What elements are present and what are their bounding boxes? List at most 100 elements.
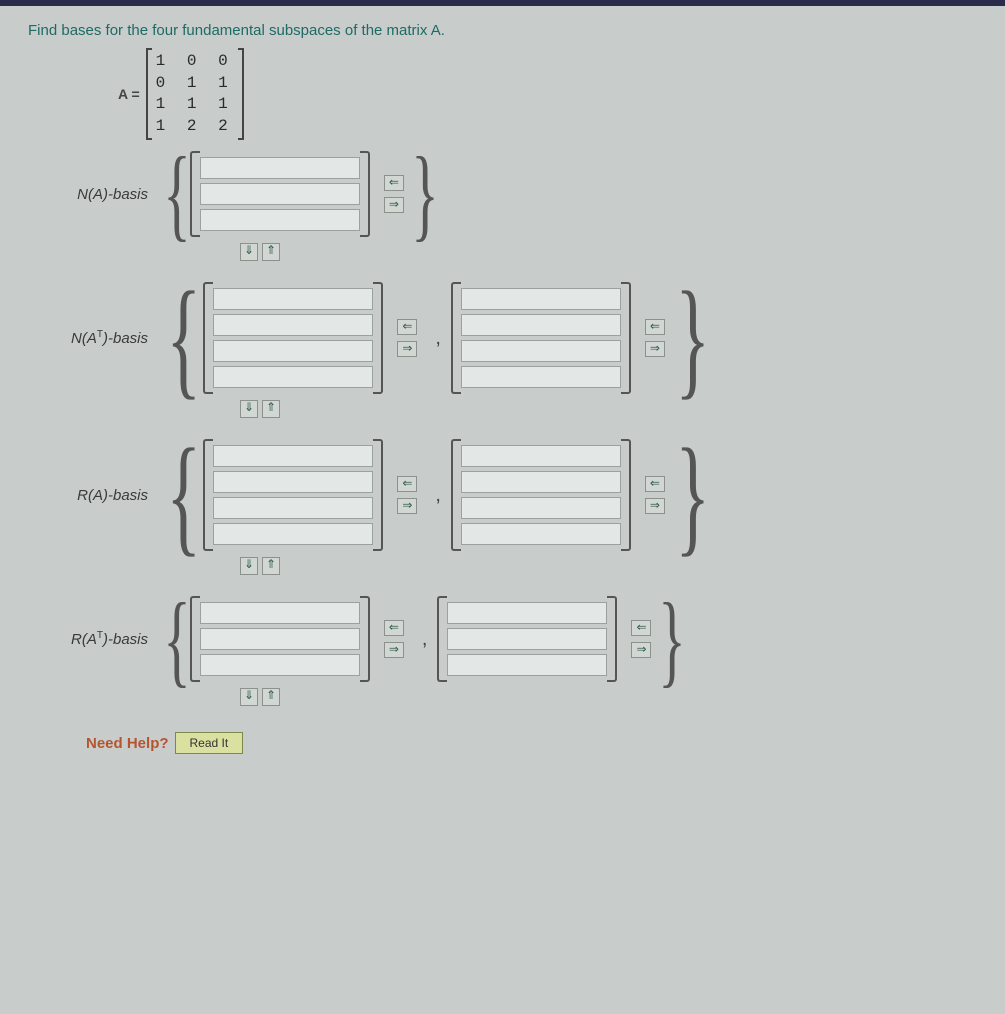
basis-row: N(AT)-basis{⇐⇒,⇐⇒} (28, 279, 977, 398)
brace-left-icon: { (166, 436, 201, 555)
vector-entry-input[interactable] (213, 497, 373, 519)
brace-right-icon: } (675, 436, 710, 555)
add-column-button[interactable]: ⇒ (645, 341, 665, 357)
matrix-body: 1 0 0 0 1 1 1 1 1 1 2 2 (146, 49, 244, 139)
vector-entry-input[interactable] (213, 471, 373, 493)
vector-entry-input[interactable] (461, 471, 621, 493)
row-size-arrows: ⇓⇑ (240, 400, 977, 418)
basis-row: R(AT)-basis{⇐⇒,⇐⇒} (28, 593, 977, 687)
read-it-button[interactable]: Read It (175, 732, 244, 754)
add-column-button[interactable]: ⇒ (631, 642, 651, 658)
vector-group: ⇐⇒ (194, 151, 408, 237)
basis-label: R(AT)-basis (28, 630, 160, 648)
remove-column-button[interactable]: ⇐ (645, 476, 665, 492)
vector-group: ⇐⇒,⇐⇒ (194, 596, 656, 682)
matrix-row: 1 2 2 (156, 116, 234, 138)
remove-column-button[interactable]: ⇐ (384, 175, 404, 191)
matrix-row: 1 0 0 (156, 51, 234, 73)
remove-column-button[interactable]: ⇐ (397, 476, 417, 492)
column-size-arrows: ⇐⇒ (645, 319, 665, 357)
vector-separator: , (435, 327, 441, 350)
basis-label: N(A)-basis (28, 186, 160, 203)
brace-left-icon: { (166, 279, 201, 398)
vector-separator: , (422, 628, 428, 651)
add-column-button[interactable]: ⇒ (397, 498, 417, 514)
vector-entry-input[interactable] (213, 445, 373, 467)
brace-right-icon: } (675, 279, 710, 398)
add-row-button[interactable]: ⇓ (240, 688, 258, 706)
remove-row-button[interactable]: ⇑ (262, 400, 280, 418)
vector-entry-input[interactable] (213, 366, 373, 388)
brace-left-icon: { (163, 147, 190, 241)
vector-entry-input[interactable] (461, 340, 621, 362)
vector-entry-input[interactable] (200, 654, 360, 676)
vector-entry-input[interactable] (200, 602, 360, 624)
column-size-arrows: ⇐⇒ (397, 319, 417, 357)
vector-entry-input[interactable] (461, 523, 621, 545)
matrix-display: A = 1 0 0 0 1 1 1 1 1 1 2 2 (118, 49, 977, 139)
matrix-row: 1 1 1 (156, 94, 234, 116)
vector-entry-input[interactable] (213, 523, 373, 545)
add-row-button[interactable]: ⇓ (240, 400, 258, 418)
vector-entry-input[interactable] (213, 314, 373, 336)
add-column-button[interactable]: ⇒ (397, 341, 417, 357)
brace-right-icon: } (411, 147, 438, 241)
remove-row-button[interactable]: ⇑ (262, 557, 280, 575)
add-row-button[interactable]: ⇓ (240, 243, 258, 261)
remove-column-button[interactable]: ⇐ (397, 319, 417, 335)
column-size-arrows: ⇐⇒ (397, 476, 417, 514)
vector-entry-input[interactable] (461, 314, 621, 336)
vector (441, 596, 613, 682)
add-column-button[interactable]: ⇒ (645, 498, 665, 514)
vector-entry-input[interactable] (447, 628, 607, 650)
question-prompt: Find bases for the four fundamental subs… (28, 22, 977, 39)
vector (194, 596, 366, 682)
vector-separator: , (435, 484, 441, 507)
vector-entry-input[interactable] (200, 157, 360, 179)
vector-group: ⇐⇒,⇐⇒ (207, 439, 669, 551)
vector-entry-input[interactable] (461, 497, 621, 519)
basis-label: R(A)-basis (28, 487, 160, 504)
remove-column-button[interactable]: ⇐ (384, 620, 404, 636)
add-column-button[interactable]: ⇒ (384, 642, 404, 658)
matrix-label: A = (118, 86, 140, 102)
vector (207, 282, 379, 394)
basis-label: N(AT)-basis (28, 329, 160, 347)
column-size-arrows: ⇐⇒ (384, 620, 404, 658)
vector-entry-input[interactable] (461, 366, 621, 388)
row-size-arrows: ⇓⇑ (240, 243, 977, 261)
vector (455, 439, 627, 551)
remove-column-button[interactable]: ⇐ (631, 620, 651, 636)
vector (455, 282, 627, 394)
vector (194, 151, 366, 237)
brace-right-icon: } (659, 593, 686, 687)
vector (207, 439, 379, 551)
basis-row: N(A)-basis{⇐⇒} (28, 147, 977, 241)
column-size-arrows: ⇐⇒ (631, 620, 651, 658)
vector-entry-input[interactable] (461, 445, 621, 467)
row-size-arrows: ⇓⇑ (240, 557, 977, 575)
column-size-arrows: ⇐⇒ (645, 476, 665, 514)
question-content: Find bases for the four fundamental subs… (0, 0, 1005, 766)
column-size-arrows: ⇐⇒ (384, 175, 404, 213)
remove-row-button[interactable]: ⇑ (262, 688, 280, 706)
vector-entry-input[interactable] (447, 602, 607, 624)
vector-entry-input[interactable] (461, 288, 621, 310)
basis-row: R(A)-basis{⇐⇒,⇐⇒} (28, 436, 977, 555)
brace-left-icon: { (163, 593, 190, 687)
row-size-arrows: ⇓⇑ (240, 688, 977, 706)
vector-entry-input[interactable] (200, 209, 360, 231)
remove-row-button[interactable]: ⇑ (262, 243, 280, 261)
add-column-button[interactable]: ⇒ (384, 197, 404, 213)
vector-entry-input[interactable] (200, 183, 360, 205)
need-help: Need Help? Read It (86, 732, 977, 754)
remove-column-button[interactable]: ⇐ (645, 319, 665, 335)
need-help-label: Need Help? (86, 735, 169, 752)
vector-group: ⇐⇒,⇐⇒ (207, 282, 669, 394)
vector-entry-input[interactable] (200, 628, 360, 650)
vector-entry-input[interactable] (213, 340, 373, 362)
matrix-row: 0 1 1 (156, 73, 234, 95)
vector-entry-input[interactable] (213, 288, 373, 310)
add-row-button[interactable]: ⇓ (240, 557, 258, 575)
vector-entry-input[interactable] (447, 654, 607, 676)
